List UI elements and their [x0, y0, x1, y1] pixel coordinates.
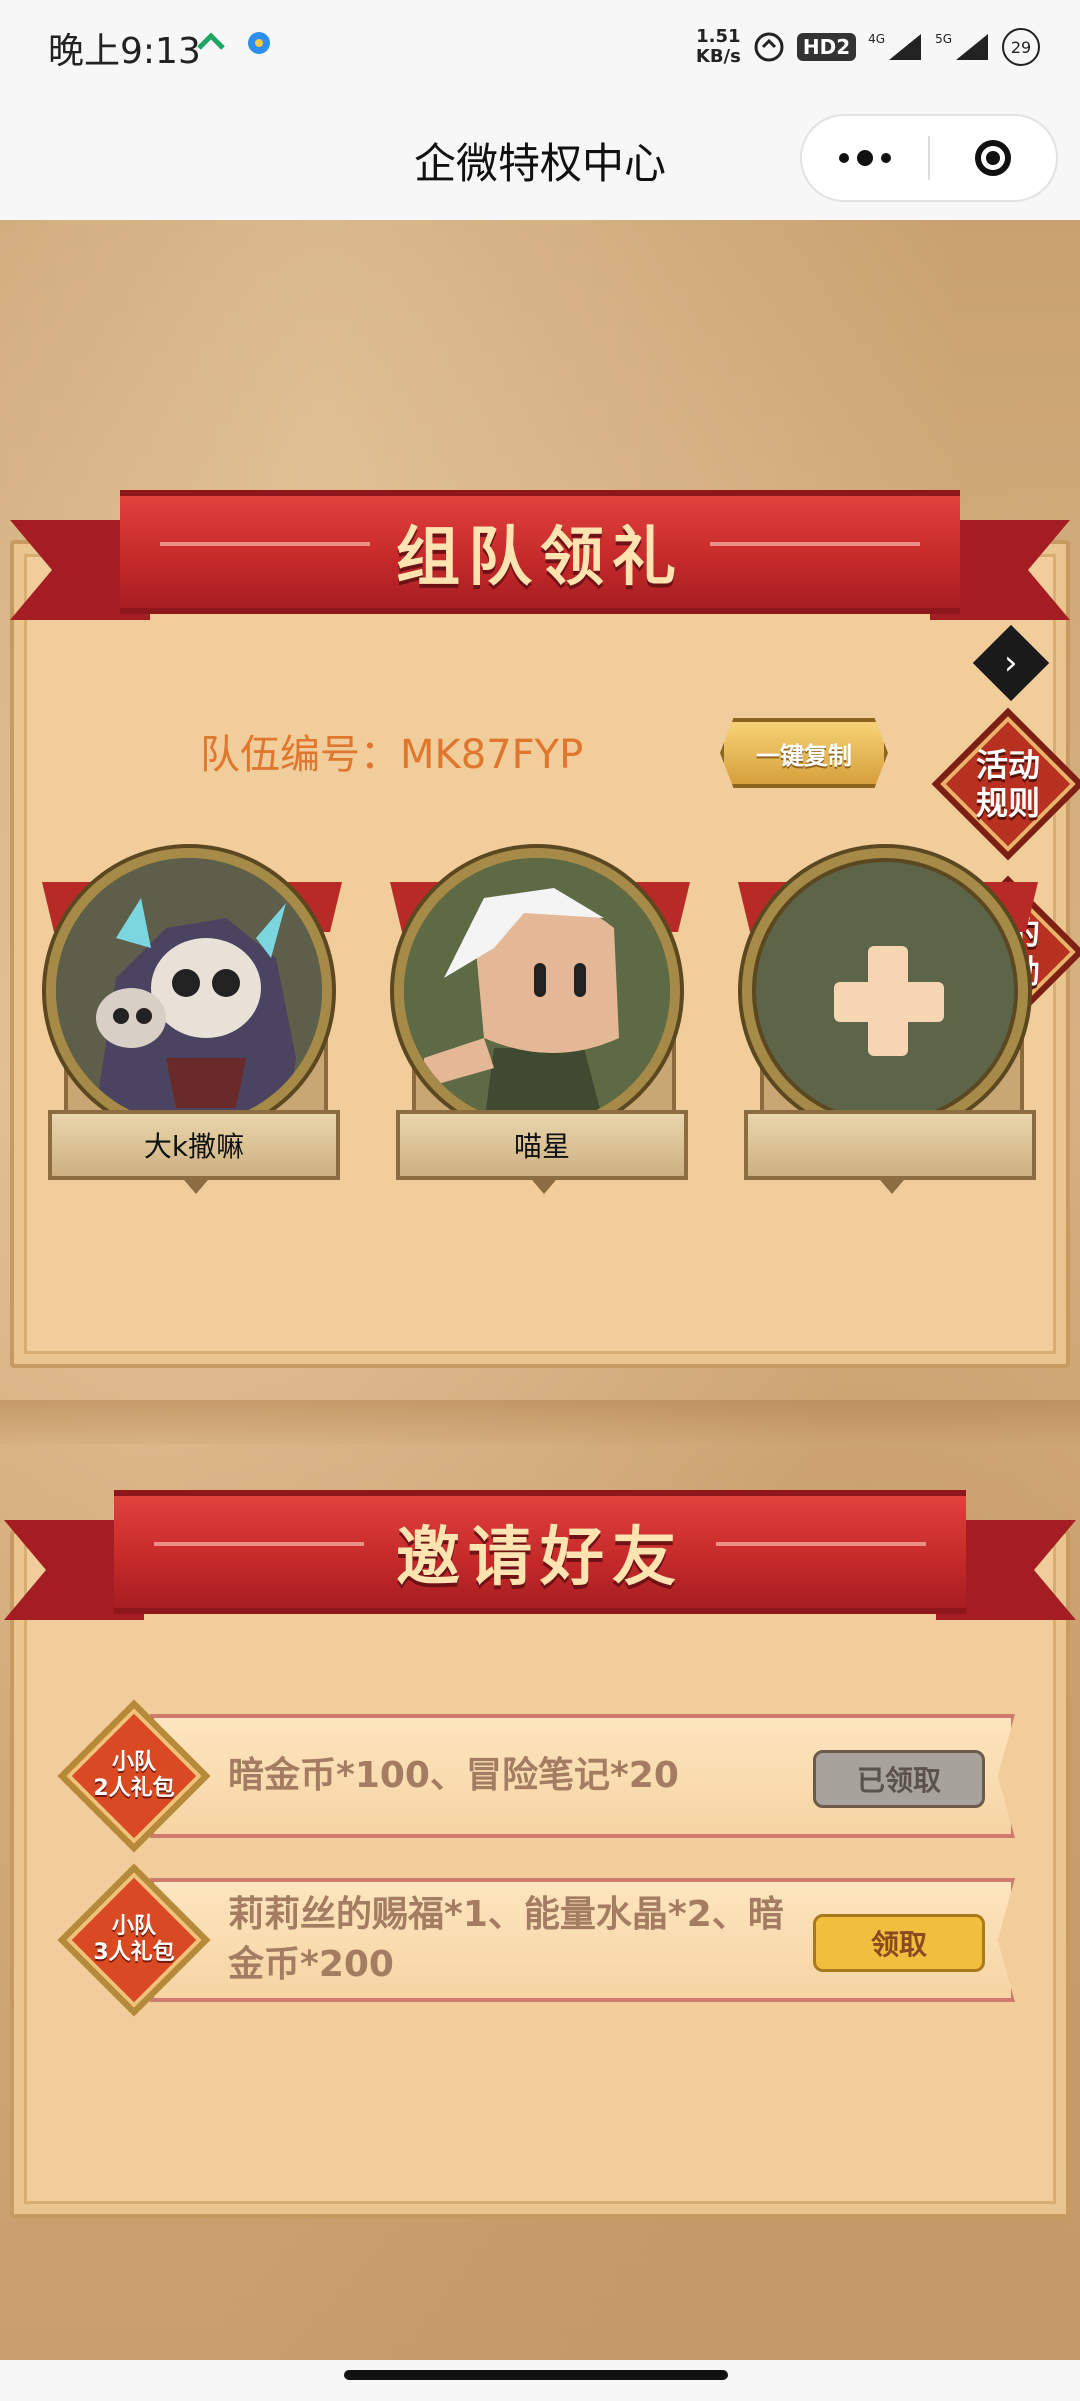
nav-bar: 企微特权中心	[0, 92, 1080, 220]
reward-badge: 小队 2人礼包	[57, 1699, 211, 1853]
sync-icon	[754, 32, 784, 62]
claimed-button[interactable]: 已领取	[813, 1750, 985, 1808]
reward-badge-label: 小队 2人礼包	[93, 1750, 175, 1801]
add-member-button[interactable]	[742, 848, 1028, 1134]
hd-badge: HD2	[796, 33, 857, 61]
team-id-label: 队伍编号：	[200, 732, 400, 778]
status-time: 晚上9:13	[48, 31, 201, 72]
team-member-slot: 喵星	[390, 848, 690, 1194]
reward-row: 小队 2人礼包 暗金币*100、冒险笔记*20 已领取	[57, 1699, 1015, 1853]
activity-rules-label: 活动 规则	[975, 746, 1040, 822]
section-divider	[0, 1400, 1080, 1444]
member-name-empty	[744, 1110, 1036, 1194]
reward-description: 暗金币*100、冒险笔记*20	[228, 1755, 679, 1796]
member-avatar[interactable]	[394, 848, 680, 1134]
reward-description: 莉莉丝的赐福*1、能量水晶*2、暗金币*200	[228, 1894, 784, 1985]
ribbon-body: 邀请好友	[114, 1490, 966, 1614]
skull-warrior-avatar-icon	[56, 858, 322, 1124]
white-hair-character-avatar-icon	[404, 858, 670, 1124]
reward-badge-label: 小队 3人礼包	[93, 1914, 175, 1965]
mini-program-capsule	[800, 114, 1058, 202]
target-close-icon	[975, 140, 1011, 176]
ribbon-ornament-left	[154, 1542, 364, 1546]
ribbon-ornament-left	[160, 542, 370, 546]
copy-team-id-button[interactable]: 一键复制	[720, 718, 888, 788]
signal-bars-icon	[889, 34, 922, 60]
member-name: 大k撒嘛	[48, 1110, 340, 1194]
battery-indicator: 29	[1002, 28, 1040, 66]
signal-5g: 5G	[935, 32, 990, 62]
app-notification-icon	[248, 32, 270, 54]
plus-icon-bar	[834, 982, 944, 1022]
signal-4g: 4G	[868, 32, 923, 62]
invite-banner: 邀请好友	[4, 1490, 1076, 1630]
team-banner: 组队领礼	[10, 490, 1070, 630]
invite-banner-title: 邀请好友	[396, 1520, 684, 1595]
team-id-value: MK87FYP	[400, 732, 584, 778]
member-name: 喵星	[396, 1110, 688, 1194]
claim-button[interactable]: 领取	[813, 1914, 985, 1972]
team-banner-title: 组队领礼	[396, 520, 684, 595]
team-member-slot-empty	[738, 848, 1038, 1194]
chevron-up-icon	[197, 32, 225, 50]
team-member-slot: 大k撒嘛	[42, 848, 342, 1194]
ribbon-ornament-right	[716, 1542, 926, 1546]
status-bar: 晚上9:13 1.51 KB/s HD2 4G 5G 29	[0, 0, 1080, 92]
chevron-right-icon: ›	[1004, 642, 1018, 683]
network-speed: 1.51 KB/s	[695, 26, 741, 67]
team-id-line: 队伍编号：MK87FYP	[200, 722, 583, 780]
more-menu-button[interactable]	[802, 116, 928, 200]
activity-rules-button[interactable]: 活动 规则	[931, 707, 1080, 861]
system-bottom-bar	[0, 2360, 1080, 2401]
ribbon-body: 组队领礼	[120, 490, 960, 614]
ribbon-ornament-right	[710, 542, 920, 546]
reward-badge: 小队 3人礼包	[57, 1863, 211, 2017]
member-avatar[interactable]	[46, 848, 332, 1134]
close-mini-program-button[interactable]	[930, 116, 1056, 200]
reward-row: 小队 3人礼包 莉莉丝的赐福*1、能量水晶*2、暗金币*200 领取	[57, 1863, 1015, 2017]
home-indicator[interactable]	[344, 2370, 728, 2380]
signal-bars-icon	[956, 34, 988, 60]
